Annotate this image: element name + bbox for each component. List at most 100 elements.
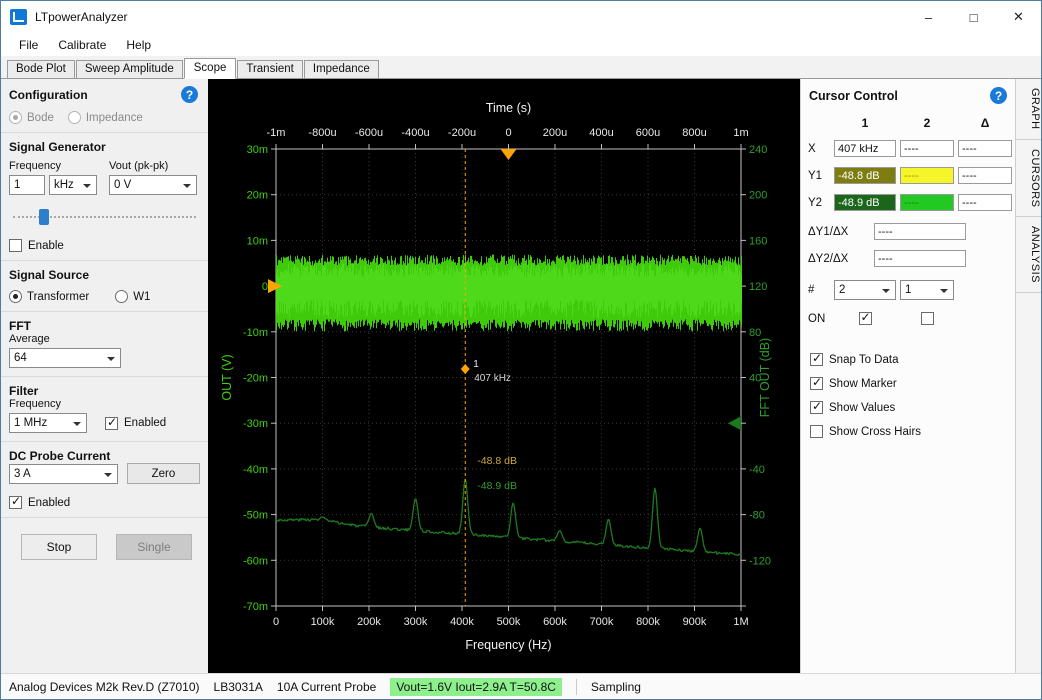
signal-generator-title: Signal Generator [9,140,200,154]
svg-text:100k: 100k [311,616,335,628]
radio-w1[interactable]: W1 [115,290,150,303]
svg-text:-40m: -40m [243,464,268,476]
main-content: Configuration ? Bode Impedance Signal Ge… [1,79,1041,673]
svg-text:10m: 10m [247,235,268,247]
frequency-input[interactable]: 1 [9,175,45,195]
radio-transformer-label: Transformer [27,291,89,303]
cursor-2-on-checkbox[interactable] [921,312,934,325]
close-button[interactable]: ✕ [996,1,1041,33]
cursor-1-on-checkbox[interactable] [859,312,872,325]
cursor-number-select-1[interactable]: 2 [834,280,896,300]
titlebar: LTpowerAnalyzer – □ ✕ [1,1,1041,33]
scope-plot[interactable]: -1m030m-800u100k20m-600u200k10m-400u300k… [208,79,800,673]
dc-probe-enabled-checkbox[interactable] [9,496,22,509]
side-tab-analysis[interactable]: ANALYSIS [1016,217,1041,293]
radio-transformer[interactable]: Transformer [9,290,89,303]
maximize-button[interactable]: □ [951,1,996,33]
show-marker-label: Show Marker [829,378,897,390]
dc-probe-enabled-row[interactable]: Enabled [9,496,200,509]
svg-text:700k: 700k [590,616,614,628]
svg-text:300k: 300k [404,616,428,628]
dy1dx-label: ΔY1/ΔX [808,226,866,238]
show-cross-hairs-row[interactable]: Show Cross Hairs [810,425,1006,438]
radio-impedance-icon [68,111,81,124]
single-button[interactable]: Single [116,534,192,560]
snap-to-data-row[interactable]: Snap To Data [810,353,1006,366]
tab-sweep-amplitude[interactable]: Sweep Amplitude [76,60,183,78]
cursor-y2-label: Y2 [808,197,830,209]
slider-thumb[interactable] [39,209,49,225]
app-window: LTpowerAnalyzer – □ ✕ File Calibrate Hel… [0,0,1042,700]
dc-probe-title: DC Probe Current [9,449,200,463]
configuration-help-icon[interactable]: ? [181,86,198,103]
svg-text:30m: 30m [247,144,268,156]
enable-checkbox[interactable] [9,239,22,252]
svg-text:20m: 20m [247,190,268,202]
show-cross-hairs-label: Show Cross Hairs [829,426,921,438]
plot-panel: -1m030m-800u100k20m-600u200k10m-400u300k… [208,79,800,673]
signal-source-title: Signal Source [9,268,200,282]
show-marker-row[interactable]: Show Marker [810,377,1006,390]
svg-text:1: 1 [473,359,479,370]
radio-impedance[interactable]: Impedance [68,111,143,124]
enable-label: Enable [28,240,64,252]
svg-text:600k: 600k [543,616,567,628]
svg-text:-48.8 dB: -48.8 dB [477,455,517,467]
dc-probe-current-select[interactable]: 3 A [9,464,118,484]
svg-text:-600u: -600u [355,127,383,139]
cursor-on-label: ON [808,313,830,325]
minimize-button[interactable]: – [906,1,951,33]
cursor-y1-label: Y1 [808,170,830,182]
app-icon [10,9,27,25]
svg-text:-60m: -60m [243,555,268,567]
svg-text:900k: 900k [683,616,707,628]
svg-text:-20m: -20m [243,373,268,385]
vout-select[interactable]: 0 V [109,175,197,195]
filter-frequency-select[interactable]: 1 MHz [9,413,87,433]
cursor-control-help-icon[interactable]: ? [990,87,1007,104]
radio-bode-icon [9,111,22,124]
dc-probe-enabled-label: Enabled [28,497,70,509]
menu-file[interactable]: File [9,35,48,55]
svg-text:800k: 800k [636,616,660,628]
svg-text:-40: -40 [749,464,765,476]
filter-enabled-row[interactable]: Enabled [105,417,166,430]
frequency-unit-select[interactable]: kHz [49,175,97,195]
cursor-y2-value-1: -48.9 dB [834,194,896,211]
show-cross-hairs-checkbox[interactable] [810,425,823,438]
stop-button[interactable]: Stop [21,534,97,560]
tab-bar: Bode Plot Sweep Amplitude Scope Transien… [1,56,1041,79]
show-values-row[interactable]: Show Values [810,401,1006,414]
tab-bode-plot[interactable]: Bode Plot [7,60,75,78]
cursor-col-2: 2 [900,116,954,130]
side-tab-graph[interactable]: GRAPH [1016,79,1041,140]
dy1dx-value: ---- [874,223,966,240]
snap-to-data-checkbox[interactable] [810,353,823,366]
svg-text:-800u: -800u [308,127,336,139]
svg-text:-400u: -400u [401,127,429,139]
radio-impedance-label: Impedance [86,112,143,124]
status-probe: 10A Current Probe [277,680,376,694]
tab-scope[interactable]: Scope [184,58,237,79]
svg-text:240: 240 [749,144,767,156]
show-values-checkbox[interactable] [810,401,823,414]
tab-impedance[interactable]: Impedance [304,60,379,78]
average-select[interactable]: 64 [9,348,121,368]
vout-label: Vout (pk-pk) [109,160,197,172]
tab-transient[interactable]: Transient [237,60,303,78]
cursor-number-select-2[interactable]: 1 [900,280,954,300]
menu-calibrate[interactable]: Calibrate [48,35,116,55]
filter-enabled-checkbox[interactable] [105,417,118,430]
svg-text:120: 120 [749,281,767,293]
svg-text:1M: 1M [733,616,748,628]
cursor-y2-delta: ---- [958,194,1012,211]
zero-button[interactable]: Zero [127,463,200,484]
menu-help[interactable]: Help [116,35,161,55]
show-marker-checkbox[interactable] [810,377,823,390]
amplitude-slider[interactable] [11,207,198,227]
status-divider [576,679,577,695]
radio-bode[interactable]: Bode [9,111,54,124]
enable-checkbox-row[interactable]: Enable [9,239,200,252]
side-tab-cursors[interactable]: CURSORS [1016,140,1041,218]
side-tab-strip: GRAPH CURSORS ANALYSIS [1015,79,1041,673]
